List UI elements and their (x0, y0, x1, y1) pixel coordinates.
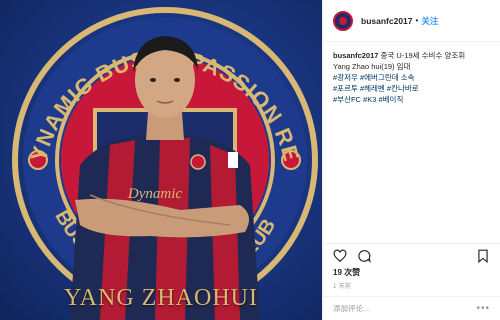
heart-icon[interactable] (333, 249, 347, 263)
more-options-icon[interactable]: ••• (476, 303, 490, 314)
bookmark-icon[interactable] (476, 249, 490, 263)
post-side-panel: busanfc2017 • 关注 busanfc2017 중국 U-19세 수비… (322, 0, 500, 320)
jersey-badge (190, 154, 206, 170)
separator-dot: • (415, 16, 419, 25)
player-name-caption: YANG ZHAOHUI (64, 285, 258, 311)
photo-artwork: DYNAMIC BUSAN PASSION RED BUSAN L CLUB (0, 0, 318, 320)
comment-icon[interactable] (357, 249, 371, 263)
action-bar (323, 243, 500, 267)
post-caption: busanfc2017 중국 U-19세 수비수 양조휘 Yang Zhao h… (323, 42, 500, 113)
caption-username[interactable]: busanfc2017 (333, 51, 378, 60)
hashtag-line-3[interactable]: #부산FC #K3 #베이직 (333, 95, 403, 104)
caption-text: 중국 U-19세 수비수 양조휘 (378, 51, 466, 60)
comment-input[interactable] (333, 304, 473, 313)
hashtag-line-1[interactable]: #광저우 #에버그란데 소속 (333, 73, 415, 82)
follow-button[interactable]: 关注 (421, 15, 438, 27)
avatar[interactable] (333, 10, 353, 31)
likes-count[interactable]: 19 次赞 (333, 267, 360, 278)
hashtag-line-2[interactable]: #포르투 #헤레벤 #칸나바로 (333, 84, 419, 93)
jersey-sponsor-text: Dynamic (127, 186, 182, 202)
post-photo[interactable]: DYNAMIC BUSAN PASSION RED BUSAN L CLUB (0, 0, 322, 320)
post-header: busanfc2017 • 关注 (323, 0, 500, 42)
comment-bar: ••• (323, 296, 500, 320)
username-link[interactable]: busanfc2017 (361, 16, 413, 26)
sleeve-patch (228, 152, 238, 168)
caption-line-2: Yang Zhao hui(19) 임대 (333, 62, 411, 71)
post-timestamp: 1 天前 (333, 284, 352, 290)
